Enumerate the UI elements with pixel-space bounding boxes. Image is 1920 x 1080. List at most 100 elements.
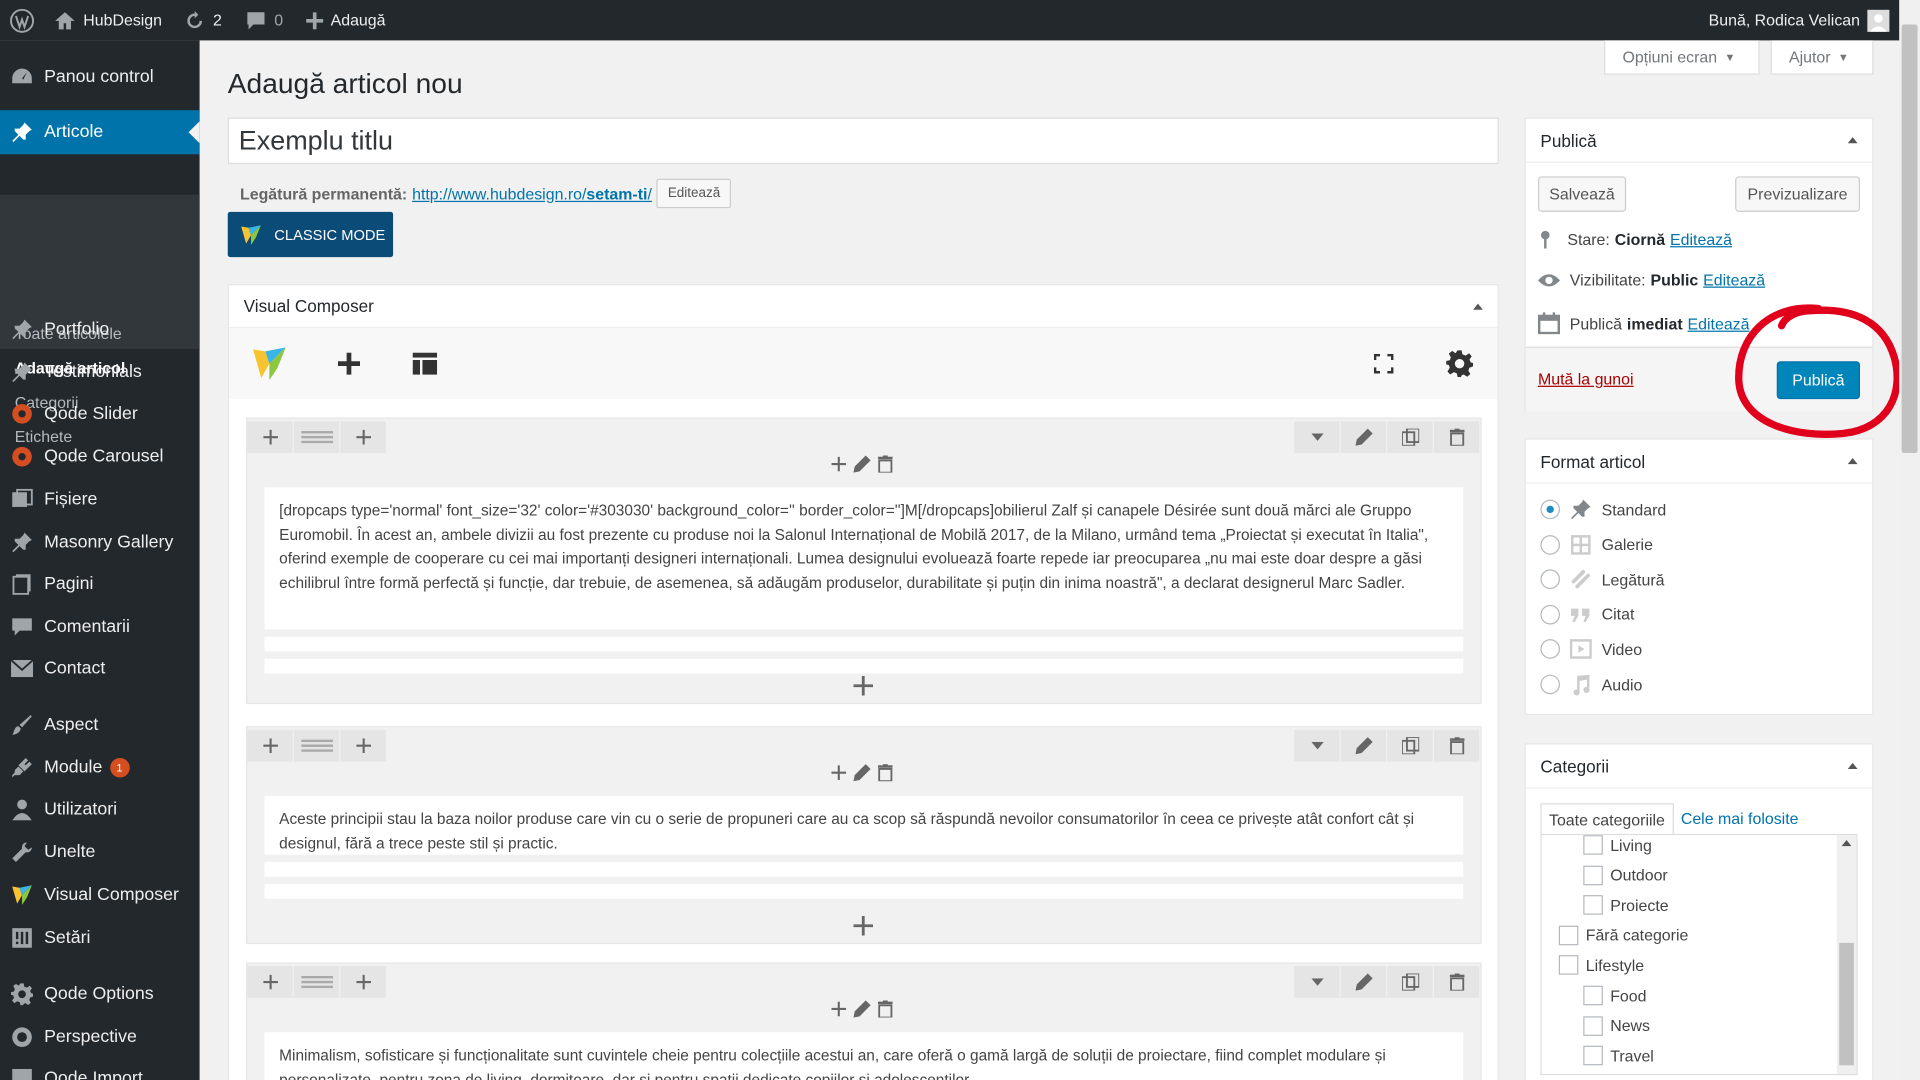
delete-row-icon[interactable] [1433, 966, 1481, 998]
format-radio[interactable] [1540, 604, 1561, 625]
category-item[interactable]: Travel [1583, 1045, 1654, 1066]
tab-all-categories[interactable]: Toate categoriile [1540, 803, 1674, 837]
sidebar-item-qode-slider[interactable]: Qode Slider [0, 393, 200, 435]
category-item[interactable]: Living [1583, 835, 1652, 855]
empty-element-slot[interactable] [264, 884, 1464, 899]
collapse-arrow-icon[interactable] [1847, 137, 1858, 144]
sidebar-item-visual-composer[interactable]: Visual Composer [0, 874, 200, 916]
sidebar-item-utilizatori[interactable]: Utilizatori [0, 789, 200, 831]
format-option-pin[interactable]: Standard [1540, 498, 1666, 520]
preview-button[interactable]: Previzualizare [1735, 176, 1861, 212]
sidebar-item-masonry-gallery[interactable]: Masonry Gallery [0, 522, 200, 564]
delete-column-icon[interactable] [876, 455, 896, 473]
empty-element-slot[interactable] [264, 636, 1464, 652]
row-layout-icon[interactable] [293, 729, 341, 762]
post-title-input[interactable]: Exemplu titlu [227, 117, 1499, 165]
row-move-icon[interactable] [247, 729, 294, 762]
wordpress-logo-icon[interactable] [10, 0, 35, 40]
add-column-icon[interactable] [340, 729, 387, 762]
format-option-video[interactable]: Video [1540, 638, 1642, 660]
row-move-icon[interactable] [247, 421, 294, 454]
edit-permalink-button[interactable]: Editează [656, 178, 732, 209]
classic-mode-button[interactable]: CLASSIC MODE [227, 211, 394, 258]
category-checkbox[interactable] [1583, 985, 1603, 1006]
edit-row-icon[interactable] [1340, 966, 1388, 998]
add-element-icon[interactable] [829, 765, 849, 781]
edit-visibility-link[interactable]: Editează [1703, 271, 1765, 289]
delete-row-icon[interactable] [1433, 421, 1481, 454]
vc-logo-button[interactable] [231, 328, 307, 399]
delete-column-icon[interactable] [876, 764, 896, 782]
format-radio[interactable] [1540, 674, 1561, 695]
vc-header[interactable]: Visual Composer [228, 285, 1498, 329]
sidebar-item-setări[interactable]: Setări [0, 917, 200, 959]
collapse-arrow-icon[interactable] [1473, 303, 1483, 310]
text-block[interactable]: Minimalism, sofisticare și funcționalita… [264, 1032, 1464, 1080]
sidebar-item-qode-carousel[interactable]: Qode Carousel [0, 436, 200, 478]
delete-column-icon[interactable] [876, 1000, 896, 1018]
category-checkbox[interactable] [1558, 925, 1579, 946]
text-block[interactable]: Aceste principii stau la baza noilor pro… [264, 795, 1464, 855]
sidebar-item-pagini[interactable]: Pagini [0, 563, 200, 605]
format-box-header[interactable]: Format articol [1525, 440, 1873, 484]
format-radio[interactable] [1540, 569, 1561, 590]
permalink-link[interactable]: http://www.hubdesign.ro/setam-ti/ [412, 184, 652, 202]
edit-row-icon[interactable] [1340, 729, 1388, 762]
edit-column-icon[interactable] [851, 455, 873, 473]
format-radio[interactable] [1540, 534, 1561, 555]
format-option-audio[interactable]: Audio [1540, 673, 1642, 696]
sidebar-item-module[interactable]: Module 1 [0, 747, 200, 789]
collapse-arrow-icon[interactable] [1847, 457, 1858, 465]
toggle-row-icon[interactable] [1294, 729, 1341, 762]
category-item[interactable]: News [1583, 1015, 1650, 1036]
sidebar-item-qode-import[interactable]: Qode Import [0, 1058, 200, 1080]
category-item[interactable]: Fără categorie [1558, 925, 1688, 946]
category-checkbox[interactable] [1583, 1045, 1603, 1066]
empty-element-slot[interactable] [264, 658, 1464, 674]
delete-row-icon[interactable] [1433, 729, 1481, 762]
format-option-gallery[interactable]: Galerie [1540, 533, 1653, 555]
category-checkbox[interactable] [1583, 1015, 1603, 1036]
row-move-icon[interactable] [247, 966, 294, 998]
add-element-icon[interactable] [829, 456, 849, 472]
my-account-link[interactable]: Bună, Rodica Velican [1709, 0, 1890, 40]
sidebar-item-panou-control[interactable]: Panou control [0, 56, 200, 98]
edit-column-icon[interactable] [851, 764, 873, 782]
edit-column-icon[interactable] [851, 1000, 873, 1018]
category-item[interactable]: Outdoor [1583, 865, 1668, 885]
categories-box-header[interactable]: Categorii [1525, 744, 1873, 789]
category-item[interactable]: Proiecte [1583, 895, 1669, 915]
updates-link[interactable]: 2 [184, 0, 222, 40]
sidebar-item-perspective[interactable]: Perspective [0, 1016, 200, 1058]
comments-link[interactable]: 0 [245, 0, 283, 40]
sidebar-item-aspect[interactable]: Aspect [0, 704, 200, 746]
clone-row-icon[interactable] [1387, 966, 1434, 998]
clone-row-icon[interactable] [1387, 421, 1434, 454]
save-draft-button[interactable]: Salvează [1537, 176, 1627, 212]
format-option-link[interactable]: Legătură [1540, 568, 1664, 590]
add-element-plus-icon[interactable] [853, 915, 874, 942]
sidebar-item-comentarii[interactable]: Comentarii [0, 606, 200, 648]
row-layout-icon[interactable] [293, 421, 341, 454]
category-scrollbar[interactable] [1836, 835, 1857, 1074]
screen-options-button[interactable]: Opțiuni ecran ▼ [1604, 40, 1760, 75]
sidebar-item-unelte[interactable]: Unelte [0, 831, 200, 873]
category-checkbox[interactable] [1583, 865, 1603, 885]
help-button[interactable]: Ajutor ▼ [1770, 40, 1874, 75]
text-block[interactable]: [dropcaps type='normal' font_size='32' c… [264, 487, 1464, 630]
move-to-trash-link[interactable]: Mută la gunoi [1538, 370, 1634, 388]
add-element-icon[interactable] [829, 1001, 849, 1017]
sidebar-item-articole[interactable]: Articole [0, 110, 200, 155]
category-checkbox[interactable] [1583, 835, 1603, 855]
clone-row-icon[interactable] [1387, 729, 1434, 762]
category-checkbox[interactable] [1558, 955, 1579, 976]
edit-row-icon[interactable] [1340, 421, 1388, 454]
publish-box-header[interactable]: Publică [1525, 119, 1873, 163]
format-radio[interactable] [1540, 499, 1561, 520]
format-option-quote[interactable]: Citat [1540, 603, 1634, 625]
site-name-link[interactable]: HubDesign [54, 0, 162, 40]
row-layout-icon[interactable] [293, 966, 341, 998]
sidebar-item-contact[interactable]: Contact [0, 648, 200, 690]
format-radio[interactable] [1540, 639, 1561, 660]
collapse-arrow-icon[interactable] [1847, 762, 1858, 769]
